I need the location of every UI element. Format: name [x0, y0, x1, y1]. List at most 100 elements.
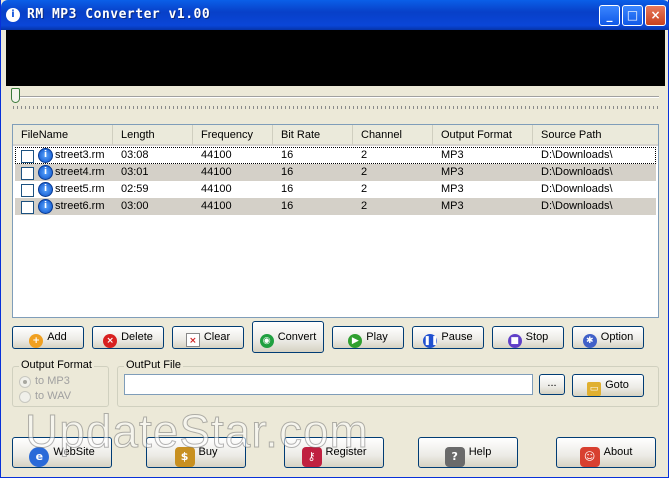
help-button[interactable]: ? Help	[418, 437, 518, 468]
app-icon: i	[6, 8, 20, 22]
delete-label: Delete	[121, 331, 153, 343]
plus-icon: +	[29, 334, 44, 348]
list-header: FileName Length Frequency Bit Rate Chann…	[13, 125, 658, 146]
pause-button[interactable]: ❚❚ Pause	[412, 326, 484, 349]
cell-format: MP3	[441, 166, 464, 178]
output-file-field[interactable]	[124, 374, 533, 395]
col-frequency[interactable]: Frequency	[193, 125, 273, 145]
seek-slider[interactable]	[9, 88, 659, 112]
cell-frequency: 44100	[201, 200, 232, 212]
list-item[interactable]: i street3.rm 03:08 44100 16 2 MP3 D:\Dow…	[15, 147, 656, 164]
list-item[interactable]: i street4.rm 03:01 44100 16 2 MP3 D:\Dow…	[15, 164, 656, 181]
cell-bitrate: 16	[281, 149, 294, 161]
about-people-icon: ☺	[579, 447, 600, 467]
delete-button[interactable]: × Delete	[92, 326, 164, 349]
col-filename[interactable]: FileName	[13, 125, 113, 145]
play-icon: ▶	[348, 334, 363, 348]
col-channel[interactable]: Channel	[353, 125, 433, 145]
clear-page-icon: ×	[185, 333, 200, 347]
cart-icon: $	[174, 447, 195, 467]
stop-icon: ■	[507, 334, 522, 348]
goto-button[interactable]: ▭ Goto	[572, 374, 644, 397]
col-source-path[interactable]: Source Path	[533, 125, 658, 145]
cell-channel: 2	[361, 166, 368, 178]
clear-label: Clear	[203, 331, 231, 343]
cell-frequency: 44100	[201, 183, 232, 195]
radio-dot	[19, 391, 31, 403]
col-bitrate[interactable]: Bit Rate	[273, 125, 353, 145]
cell-frequency: 44100	[201, 149, 232, 161]
cell-filename: street3.rm	[55, 149, 105, 161]
col-output-format[interactable]: Output Format	[433, 125, 533, 145]
to-wav-label: to WAV	[35, 390, 72, 402]
to-mp3-radio[interactable]: to MP3	[19, 375, 109, 389]
cell-filename: street5.rm	[55, 183, 105, 195]
option-button[interactable]: ✱ Option	[572, 326, 644, 349]
cell-frequency: 44100	[201, 166, 232, 178]
row-checkbox[interactable]	[21, 201, 34, 214]
cell-format: MP3	[441, 149, 464, 161]
file-list[interactable]: FileName Length Frequency Bit Rate Chann…	[12, 124, 659, 318]
stop-label: Stop	[525, 331, 549, 343]
register-button[interactable]: ⚷ Register	[284, 437, 384, 468]
buy-label: Buy	[198, 446, 218, 458]
main-window: i RM MP3 Converter v1.00 _ □ × FileName …	[0, 0, 669, 478]
output-format-label: Output Format	[19, 359, 94, 371]
option-label: Option	[600, 331, 634, 343]
play-button[interactable]: ▶ Play	[332, 326, 404, 349]
pause-label: Pause	[441, 331, 473, 343]
delete-x-icon: ×	[103, 334, 118, 348]
convert-button[interactable]: ◉ Convert	[252, 321, 324, 353]
col-length[interactable]: Length	[113, 125, 193, 145]
list-item[interactable]: i street6.rm 03:00 44100 16 2 MP3 D:\Dow…	[15, 198, 656, 215]
seek-thumb[interactable]	[11, 88, 20, 103]
cell-format: MP3	[441, 200, 464, 212]
visualization-display	[6, 30, 665, 86]
output-format-group: Output Format to MP3 to WAV	[12, 359, 109, 407]
cell-bitrate: 16	[281, 166, 294, 178]
row-checkbox[interactable]	[21, 167, 34, 180]
about-label: About	[603, 446, 633, 458]
stop-button[interactable]: ■ Stop	[492, 326, 564, 349]
help-label: Help	[468, 446, 492, 458]
file-icon: i	[38, 199, 53, 214]
seek-track	[13, 96, 659, 98]
website-label: WebSite	[53, 446, 95, 458]
browse-button[interactable]: ...	[539, 374, 565, 395]
cell-path: D:\Downloads\	[541, 166, 613, 178]
row-checkbox[interactable]	[21, 184, 34, 197]
clear-button[interactable]: × Clear	[172, 326, 244, 349]
close-button[interactable]: ×	[645, 5, 666, 26]
cell-bitrate: 16	[281, 200, 294, 212]
register-label: Register	[325, 446, 367, 458]
maximize-button[interactable]: □	[622, 5, 643, 26]
play-label: Play	[366, 331, 388, 343]
cell-filename: street6.rm	[55, 200, 105, 212]
key-icon: ⚷	[301, 447, 322, 467]
cell-channel: 2	[361, 183, 368, 195]
gear-icon: ✱	[582, 334, 597, 348]
cell-path: D:\Downloads\	[541, 149, 613, 161]
cell-format: MP3	[441, 183, 464, 195]
buy-button[interactable]: $ Buy	[146, 437, 246, 468]
convert-label: Convert	[277, 331, 317, 343]
website-button[interactable]: e WebSite	[12, 437, 112, 468]
cell-filename: street4.rm	[55, 166, 105, 178]
minimize-button[interactable]: _	[599, 5, 620, 26]
about-button[interactable]: ☺ About	[556, 437, 656, 468]
row-checkbox[interactable]	[21, 150, 34, 163]
globe-icon: e	[29, 447, 50, 467]
list-item[interactable]: i street5.rm 02:59 44100 16 2 MP3 D:\Dow…	[15, 181, 656, 198]
cell-path: D:\Downloads\	[541, 200, 613, 212]
file-icon: i	[38, 182, 53, 197]
cell-bitrate: 16	[281, 183, 294, 195]
help-icon: ?	[444, 447, 465, 467]
output-file-label: OutPut File	[124, 359, 184, 371]
add-button[interactable]: + Add	[12, 326, 84, 349]
cell-channel: 2	[361, 149, 368, 161]
to-wav-radio[interactable]: to WAV	[19, 390, 109, 404]
folder-icon: ▭	[587, 382, 602, 396]
seek-ticks	[13, 106, 659, 109]
file-icon: i	[38, 165, 53, 180]
title-bar[interactable]: i RM MP3 Converter v1.00 _ □ ×	[1, 0, 669, 30]
